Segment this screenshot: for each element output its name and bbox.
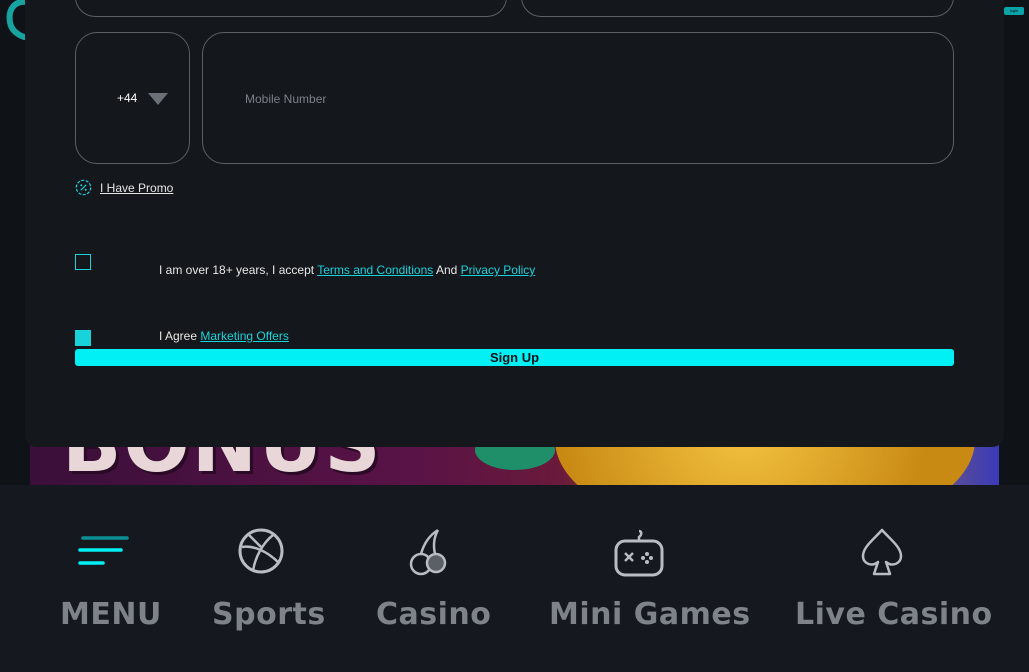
nav-label-casino: Casino <box>376 597 492 632</box>
nav-item-sports[interactable]: Sports <box>205 485 325 645</box>
terms-prefix: I am over 18+ years, I accept <box>159 263 318 277</box>
bottom-nav: MENU Sports Casino Mini Games Live Casin… <box>0 485 1029 672</box>
promo-toggle[interactable]: I Have Promo <box>75 179 173 196</box>
nav-item-menu[interactable]: MENU <box>55 485 161 645</box>
terms-text: I am over 18+ years, I accept Terms and … <box>159 263 535 277</box>
top-left-field[interactable] <box>75 0 507 17</box>
sign-up-button[interactable]: Sign Up <box>75 349 954 366</box>
country-code-value: +44 <box>117 91 138 105</box>
nav-item-casino[interactable]: Casino <box>370 485 495 645</box>
terms-connector: And <box>433 263 461 277</box>
spade-icon <box>861 528 903 576</box>
cherry-icon <box>409 528 447 576</box>
mobile-number-input[interactable] <box>243 89 897 109</box>
nav-item-live-casino[interactable]: Live Casino <box>790 485 992 645</box>
nav-label-mini-games: Mini Games <box>549 597 751 632</box>
chevron-down-icon <box>148 93 168 105</box>
mobile-number-field[interactable] <box>202 32 954 164</box>
promo-link[interactable]: I Have Promo <box>100 181 173 195</box>
login-button[interactable]: login <box>1004 7 1024 15</box>
gamepad-icon <box>614 529 664 577</box>
terms-checkbox[interactable] <box>75 254 91 270</box>
basketball-icon <box>238 528 284 574</box>
nav-label-live-casino: Live Casino <box>795 597 993 632</box>
nav-item-mini-games[interactable]: Mini Games <box>545 485 750 645</box>
signup-modal: +44 I Have Promo I am over 18+ years, I … <box>25 0 1004 447</box>
nav-label-sports: Sports <box>212 597 326 632</box>
marketing-text: I Agree Marketing Offers <box>159 329 289 343</box>
privacy-link[interactable]: Privacy Policy <box>461 263 536 277</box>
country-code-select[interactable]: +44 <box>75 32 190 164</box>
terms-link[interactable]: Terms and Conditions <box>317 263 433 277</box>
top-right-field[interactable] <box>521 0 954 17</box>
marketing-checkbox[interactable] <box>75 330 91 346</box>
promo-badge-icon <box>75 179 92 196</box>
menu-lines-icon <box>78 536 129 565</box>
marketing-prefix: I Agree <box>159 329 201 343</box>
marketing-link[interactable]: Marketing Offers <box>200 329 288 343</box>
nav-label-menu: MENU <box>60 597 162 632</box>
